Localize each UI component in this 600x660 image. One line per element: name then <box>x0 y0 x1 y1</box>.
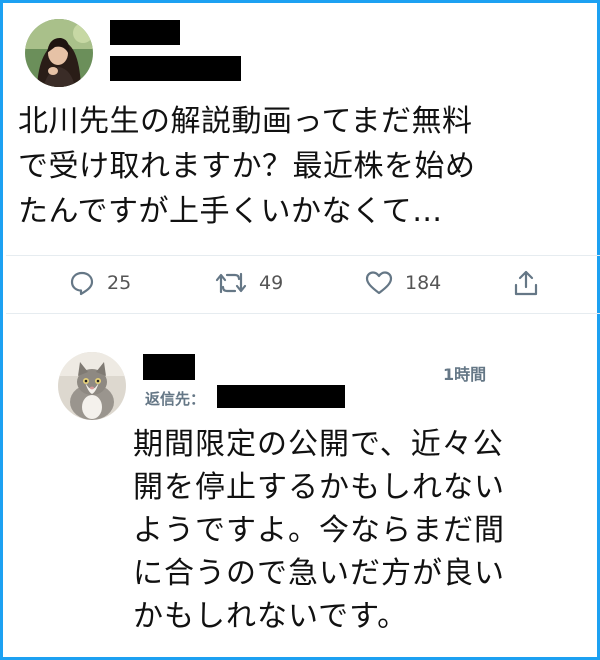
like-button[interactable]: 184 <box>365 265 441 301</box>
reply-icon <box>70 271 94 296</box>
reply-text-line: 期間限定の公開で、近々公 <box>133 427 504 462</box>
divider <box>6 255 600 256</box>
reply-text-line: 開を停止するかもしれない <box>133 470 505 505</box>
tweet-author-handle-redacted <box>110 56 241 81</box>
divider <box>6 313 600 314</box>
share-icon <box>514 270 538 296</box>
reply-to-label: 返信先： <box>145 390 206 408</box>
reply-text: 期間限定の公開で、近々公 開を停止するかもしれない ようですよ。今ならまだ間 に… <box>133 423 593 638</box>
retweet-count: 49 <box>259 272 284 294</box>
tweet-author-name-redacted <box>110 20 180 45</box>
reply-to-handle-redacted[interactable] <box>217 385 345 408</box>
share-button[interactable] <box>513 265 539 301</box>
tweet-text: 北川先生の解説動画ってまだ無料 で受け取れますか？最近株を始め たんですが上手く… <box>18 99 590 234</box>
tweet-author-avatar[interactable] <box>25 19 93 87</box>
reply-author-avatar[interactable] <box>58 352 126 420</box>
tweet-text-line: 北川先生の解説動画ってまだ無料 <box>18 104 473 139</box>
tweet-text-line: たんですが上手くいかなくて… <box>18 194 443 229</box>
reply-count: 25 <box>107 272 132 294</box>
like-count: 184 <box>405 272 442 294</box>
reply-text-line: に合うので急いだ方が良い <box>133 556 505 591</box>
tweet-actions: 25 49 184 <box>69 265 549 301</box>
reply-timestamp: 1時間 <box>443 365 487 384</box>
reply-text-line: かもしれないです。 <box>133 599 409 634</box>
retweet-button[interactable]: 49 <box>215 265 283 301</box>
screenshot-frame: 北川先生の解説動画ってまだ無料 で受け取れますか？最近株を始め たんですが上手く… <box>0 0 600 660</box>
retweet-icon <box>215 272 247 294</box>
like-icon <box>365 271 393 295</box>
tweet-text-line: で受け取れますか？最近株を始め <box>18 149 476 184</box>
reply-button[interactable]: 25 <box>69 265 131 301</box>
reply-text-line: ようですよ。今ならまだ間 <box>133 513 505 548</box>
reply-author-name-redacted <box>143 354 195 380</box>
